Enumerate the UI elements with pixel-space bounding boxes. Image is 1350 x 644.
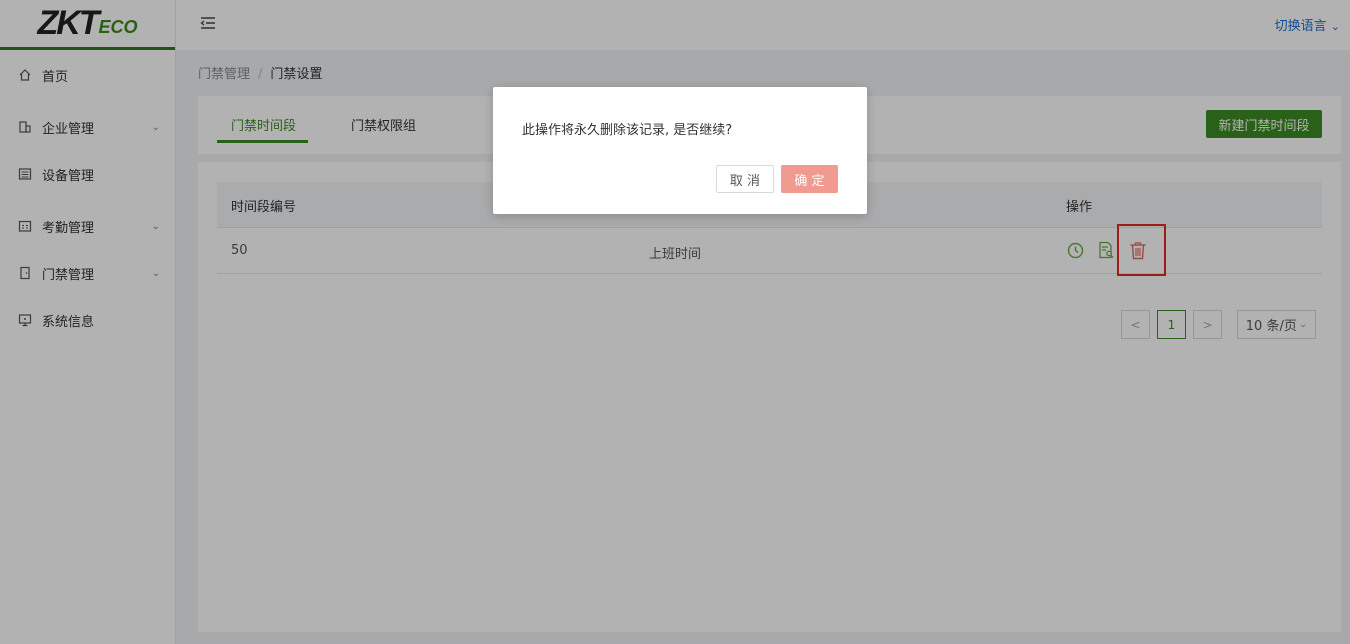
dialog-message: 此操作将永久删除该记录, 是否继续? [522, 123, 733, 138]
cancel-button[interactable]: 取 消 [716, 165, 774, 193]
confirm-delete-dialog: 此操作将永久删除该记录, 是否继续? 取 消 确 定 [493, 87, 867, 214]
confirm-button[interactable]: 确 定 [781, 165, 838, 193]
